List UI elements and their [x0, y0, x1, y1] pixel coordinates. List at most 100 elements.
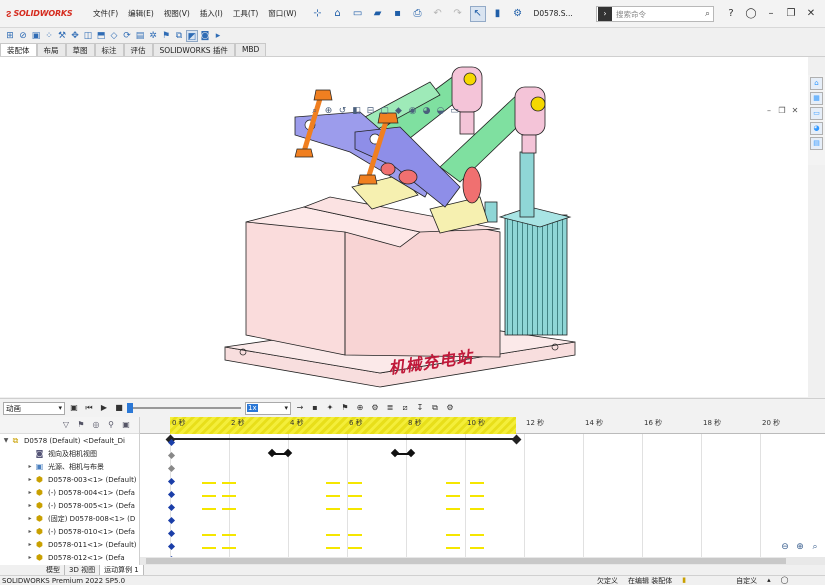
component-change-bar[interactable]: [326, 534, 340, 536]
pin-icon[interactable]: ⊹: [310, 6, 326, 22]
assembly-features-icon[interactable]: ⬒: [95, 30, 107, 42]
traffic-light-icon[interactable]: ▮: [490, 6, 506, 22]
contact-icon[interactable]: ⧄: [399, 402, 411, 414]
component-change-bar[interactable]: [348, 495, 362, 497]
tree-item[interactable]: ▸ ▣ 光源、相机与布景: [0, 460, 139, 473]
smart-fasteners-icon[interactable]: ⚒: [56, 30, 68, 42]
tab-assembly[interactable]: 装配体: [0, 43, 37, 56]
component-preview-icon[interactable]: ▣: [30, 30, 42, 42]
time-bar-end-key[interactable]: [511, 434, 522, 445]
design-library-icon[interactable]: ▦: [810, 92, 823, 105]
options-gear-icon[interactable]: ⚙: [510, 6, 526, 22]
tab-mbd[interactable]: MBD: [234, 43, 267, 56]
tree-item[interactable]: ▸ ⬢ D0578-011<1> (Default): [0, 538, 139, 551]
component-change-bar[interactable]: [470, 534, 484, 536]
viewport-minimize-icon[interactable]: –: [764, 106, 774, 116]
linear-pattern-icon[interactable]: ⁘: [43, 30, 55, 42]
hide-show-items-icon[interactable]: ◉: [406, 105, 419, 117]
search-commands-box[interactable]: › 搜索命令 ⌕: [596, 6, 714, 22]
animation-wizard-icon[interactable]: ✦: [324, 402, 336, 414]
tree-item[interactable]: ▼ ⧉ D0578 (Default) <Default_Di: [0, 434, 139, 447]
instant3d-icon[interactable]: ⚑: [160, 30, 172, 42]
tab-model[interactable]: 模型: [42, 565, 65, 575]
filter-selected-icon[interactable]: ⚲: [105, 419, 117, 431]
edit-appearance-icon[interactable]: ◕: [420, 105, 433, 117]
zoom-fit-icon[interactable]: ⌕: [809, 541, 821, 553]
autokey-icon[interactable]: ⚑: [339, 402, 351, 414]
file-explorer-icon[interactable]: ▭: [810, 107, 823, 120]
tree-item[interactable]: ▸ ⬢ (-) D0578-005<1> (Defa: [0, 499, 139, 512]
component-change-bar[interactable]: [348, 534, 362, 536]
mate-icon[interactable]: ⊘: [17, 30, 29, 42]
redo-icon[interactable]: ↷: [450, 6, 466, 22]
component-change-bar[interactable]: [470, 482, 484, 484]
study-properties-icon[interactable]: ⚙: [444, 402, 456, 414]
component-change-bar[interactable]: [348, 482, 362, 484]
tree-expander-icon[interactable]: ▼: [2, 437, 10, 444]
component-change-bar[interactable]: [326, 495, 340, 497]
add-update-key-icon[interactable]: ⊕: [354, 402, 366, 414]
component-change-bar[interactable]: [348, 508, 362, 510]
playback-slider-thumb[interactable]: [127, 403, 133, 413]
tab-motion-study[interactable]: 运动算例 1: [100, 565, 144, 575]
menu-edit[interactable]: 编辑(E): [123, 8, 159, 19]
insert-components-icon[interactable]: ⊞: [4, 30, 16, 42]
component-change-bar[interactable]: [446, 482, 460, 484]
tree-item[interactable]: ▸ ⬢ (-) D0578-004<1> (Defa: [0, 486, 139, 499]
tree-item[interactable]: ▸ ⬢ (固定) D0578-008<1> (D: [0, 512, 139, 525]
print-icon[interactable]: ⎙: [410, 6, 426, 22]
menu-tools[interactable]: 工具(T): [228, 8, 263, 19]
show-hidden-icon[interactable]: ◫: [82, 30, 94, 42]
tab-evaluate[interactable]: 评估: [123, 43, 153, 56]
take-snapshot-icon[interactable]: ◩: [186, 29, 198, 42]
component-change-bar[interactable]: [446, 534, 460, 536]
apply-scene-icon[interactable]: ◒: [434, 105, 447, 117]
filter-animated-icon[interactable]: ⚑: [75, 419, 87, 431]
camera-view-change-bar[interactable]: [271, 453, 289, 455]
update-speedpak-icon[interactable]: ⧉: [173, 30, 185, 42]
tree-expander-icon[interactable]: ▸: [26, 554, 34, 561]
close-icon[interactable]: ✕: [803, 6, 819, 22]
move-component-icon[interactable]: ✥: [69, 30, 81, 42]
tree-expander-icon[interactable]: ▸: [26, 489, 34, 496]
tree-item[interactable]: ▸ ⬢ (-) D0578-010<1> (Defa: [0, 525, 139, 538]
tab-3d-views[interactable]: 3D 视图: [65, 565, 101, 575]
component-change-bar[interactable]: [202, 508, 216, 510]
stop-icon[interactable]: ■: [113, 402, 125, 414]
timeline-scroll-thumb[interactable]: [146, 558, 786, 564]
component-change-bar[interactable]: [222, 482, 236, 484]
play-icon[interactable]: ▶: [98, 402, 110, 414]
dynamic-annotation-icon[interactable]: ⊟: [364, 105, 377, 117]
display-style-icon[interactable]: ◆: [392, 105, 405, 117]
playback-speed-select[interactable]: 1x: [245, 401, 291, 415]
component-change-bar[interactable]: [446, 508, 460, 510]
menu-window[interactable]: 窗口(W): [263, 8, 301, 19]
custom-properties-icon[interactable]: ▤: [810, 137, 823, 150]
menu-file[interactable]: 文件(F): [88, 8, 123, 19]
minimize-icon[interactable]: –: [763, 6, 779, 22]
component-change-bar[interactable]: [470, 495, 484, 497]
tree-expander-icon[interactable]: ▸: [26, 502, 34, 509]
section-view-icon[interactable]: ◧: [350, 105, 363, 117]
component-change-bar[interactable]: [222, 534, 236, 536]
spring-icon[interactable]: ≣: [384, 402, 396, 414]
component-change-bar[interactable]: [470, 547, 484, 549]
resources-icon[interactable]: ⌂: [810, 77, 823, 90]
play-from-start-icon[interactable]: ⏮: [83, 402, 95, 414]
camera-view-change-bar[interactable]: [394, 453, 412, 455]
tree-item[interactable]: ▸ ⬢ D0578-003<1> (Default): [0, 473, 139, 486]
tree-expander-icon[interactable]: ▸: [26, 463, 34, 470]
component-change-bar[interactable]: [202, 482, 216, 484]
status-rebuild-icon[interactable]: ▮: [682, 576, 686, 585]
tab-sketch[interactable]: 草图: [65, 43, 95, 56]
component-change-bar[interactable]: [222, 495, 236, 497]
previous-view-icon[interactable]: ↺: [336, 105, 349, 117]
zoom-in-icon[interactable]: ⊕: [794, 541, 806, 553]
home-icon[interactable]: ⌂: [330, 6, 346, 22]
playback-slider[interactable]: [127, 402, 241, 414]
tree-expander-icon[interactable]: ▸: [26, 541, 34, 548]
tab-layout[interactable]: 布局: [36, 43, 66, 56]
results-icon[interactable]: ⧉: [429, 402, 441, 414]
calculate-icon[interactable]: ▣: [68, 402, 80, 414]
save-animation-icon[interactable]: ▪: [309, 402, 321, 414]
